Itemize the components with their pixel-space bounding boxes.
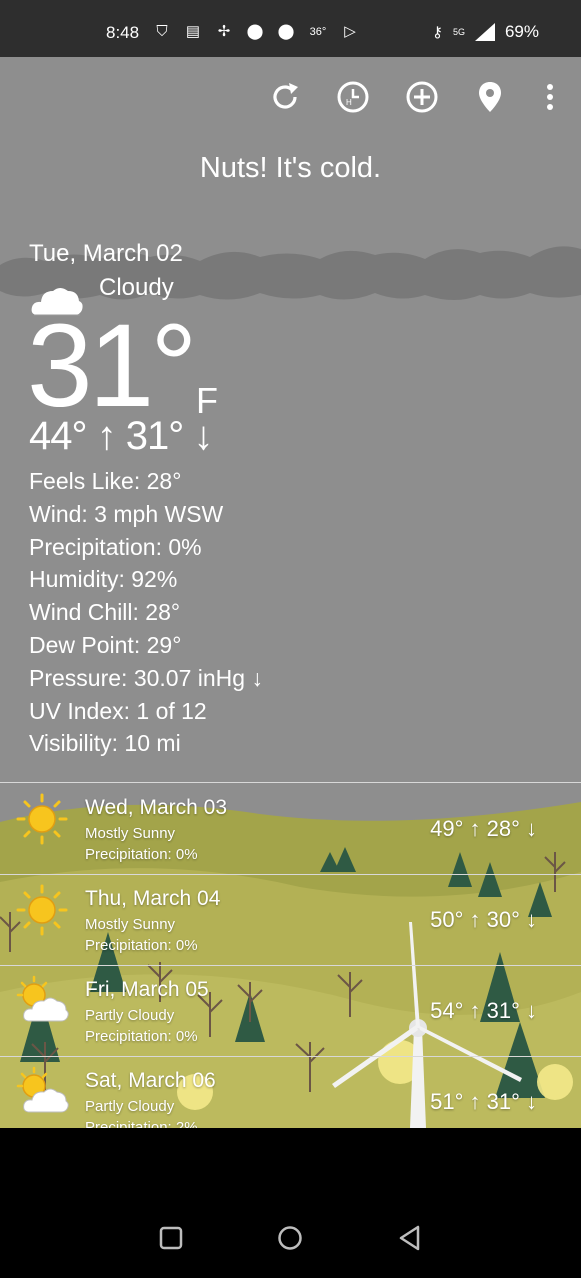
system-nav-bar	[0, 1128, 581, 1278]
refresh-button[interactable]	[265, 77, 305, 117]
history-clock-icon: H	[337, 81, 369, 113]
forecast-condition: Mostly Sunny	[85, 825, 176, 842]
fan-icon: ✢	[217, 23, 231, 40]
forecast-hilo: 51° ↑ 31° ↓	[430, 1089, 537, 1114]
visibility: Visibility: 10 mi	[29, 730, 181, 757]
partly-cloudy-icon	[16, 1066, 69, 1113]
overflow-menu-button[interactable]	[530, 77, 570, 117]
uv-index: UV Index: 1 of 12	[29, 697, 207, 724]
humidity: Humidity: 92%	[29, 566, 178, 593]
precipitation: Precipitation: 0%	[29, 533, 202, 560]
add-location-icon	[406, 81, 438, 113]
forecast-condition: Mostly Sunny	[85, 916, 176, 933]
forecast-precipitation: Precipitation: 2%	[85, 1119, 198, 1128]
sun-icon	[16, 793, 68, 845]
key-icon: ⚷	[431, 24, 443, 41]
svg-text:H: H	[346, 98, 352, 107]
current-details: Feels Like: 28° Wind: 3 mph WSW Precipit…	[29, 465, 263, 760]
location-pin-icon: ⬤	[277, 23, 295, 40]
forecast-precipitation: Precipitation: 0%	[85, 1028, 198, 1045]
forecast-row[interactable]: Thu, March 04 Mostly Sunny Precipitation…	[0, 874, 581, 965]
temperature-indicator: 36°	[309, 26, 327, 38]
shield-icon: ⛉	[156, 23, 168, 40]
forecast-day: Fri, March 05	[85, 978, 209, 1001]
weather-quip: Nuts! It's cold.	[199, 152, 382, 184]
network-label: 5G	[452, 27, 465, 37]
forecast-condition: Partly Cloudy	[85, 1098, 175, 1115]
forecast-precipitation: Precipitation: 0%	[85, 846, 198, 863]
forecast-row[interactable]: Sat, March 06 Partly Cloudy Precipitatio…	[0, 1056, 581, 1128]
play-store-icon: ▷	[344, 23, 356, 40]
toolbar: H	[0, 77, 581, 117]
forecast-condition: Partly Cloudy	[85, 1007, 175, 1024]
status-time: 8:48	[106, 23, 140, 42]
back-button[interactable]	[395, 1223, 425, 1253]
feels-like: Feels Like: 28°	[29, 468, 182, 494]
battery-level: 69%	[504, 22, 539, 41]
forecast-precipitation: Precipitation: 0%	[85, 937, 198, 954]
dew-point: Dew Point: 29°	[29, 631, 182, 658]
pressure: Pressure: 30.07 inHg ↓	[29, 664, 263, 691]
forecast-day: Thu, March 04	[85, 887, 221, 910]
forecast-day: Wed, March 03	[85, 796, 228, 819]
forecast-hilo: 50° ↑ 30° ↓	[430, 907, 537, 932]
home-button[interactable]	[275, 1223, 305, 1253]
status-bar: 8:48 ⛉ ▤ ✢ ⬤ ⬤ 36° ▷ ⚷ 5G 69%	[0, 0, 581, 57]
current-hilo: 44° ↑ 31° ↓	[29, 414, 213, 458]
current-temperature: 31°	[27, 300, 197, 432]
location-button[interactable]	[470, 77, 510, 117]
signal-icon	[474, 23, 495, 41]
history-button[interactable]: H	[333, 77, 373, 117]
partly-cloudy-icon	[16, 975, 69, 1022]
current-date: Tue, March 02	[29, 240, 183, 267]
forecast-row[interactable]: Fri, March 05 Partly Cloudy Precipitatio…	[0, 965, 581, 1056]
wind: Wind: 3 mph WSW	[29, 500, 224, 527]
forecast-hilo: 49° ↑ 28° ↓	[430, 816, 537, 841]
recent-apps-button[interactable]	[156, 1223, 186, 1253]
forecast-day: Sat, March 06	[85, 1069, 216, 1092]
forecast-hilo: 54° ↑ 31° ↓	[430, 998, 537, 1023]
location-pin-icon	[479, 82, 501, 112]
add-location-button[interactable]	[402, 77, 442, 117]
current-condition: Cloudy	[99, 274, 174, 301]
overflow-menu-icon	[547, 84, 553, 110]
forecast-row[interactable]: Wed, March 03 Mostly Sunny Precipitation…	[0, 783, 581, 874]
location-pin-icon: ⬤	[246, 23, 264, 40]
book-icon: ▤	[185, 23, 201, 40]
sun-icon	[16, 884, 68, 936]
wind-chill: Wind Chill: 28°	[29, 599, 181, 626]
refresh-icon	[273, 83, 298, 109]
weather-app: H Nuts! It's cold. Tue, March 02 Cloudy …	[0, 57, 581, 1128]
